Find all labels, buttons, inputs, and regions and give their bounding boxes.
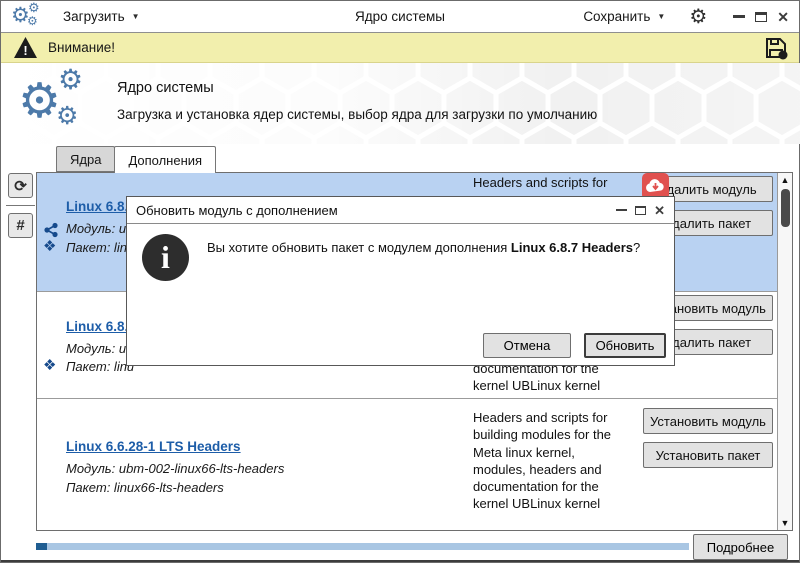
save-report-icon[interactable] [763, 35, 789, 66]
dialog-close-button[interactable]: ✕ [654, 204, 665, 217]
module-line: Модуль: ubm-002-linux66-lts-headers [66, 461, 284, 476]
warning-triangle-icon: ! [13, 36, 38, 59]
dialog-message-addon-name: Linux 6.8.7 Headers [511, 240, 633, 255]
divider [6, 205, 35, 206]
warning-text: Внимание! [48, 40, 115, 55]
tab-kernels[interactable]: Ядра [56, 146, 115, 172]
dialog-message-prefix: Вы хотите обновить пакет с модулем допол… [207, 240, 511, 255]
load-menu[interactable]: Загрузить ▼ [63, 9, 140, 24]
dialog-minimize-button[interactable] [616, 209, 627, 212]
side-toolbar: ⟳ # [8, 173, 38, 238]
module-line: Модуль: u [66, 221, 126, 236]
gear-icon: ⚙ [27, 15, 38, 27]
package-line: Пакет: linu [66, 240, 134, 255]
list-item-linux66-lts-headers[interactable]: Linux 6.6.28-1 LTS Headers Модуль: ubm-0… [37, 398, 777, 529]
row-actions: Установить модуль Установить пакет [643, 408, 773, 468]
page-subtitle: Загрузка и установка ядер системы, выбор… [117, 107, 597, 122]
install-module-button[interactable]: Установить модуль [643, 408, 773, 434]
package-icon: ❖ [43, 358, 56, 373]
close-button[interactable]: ✕ [777, 10, 789, 24]
dialog-buttons: Отмена Обновить [483, 333, 666, 358]
package-icon: ❖ [43, 239, 56, 254]
gear-icon: ⚙ [28, 1, 40, 14]
info-icon: i [142, 234, 189, 281]
window-controls: ✕ [733, 10, 789, 24]
progress-fill [36, 543, 47, 550]
refresh-icon: ⟳ [14, 177, 27, 195]
scroll-up-icon[interactable]: ▲ [778, 175, 792, 185]
hash-button[interactable]: # [8, 213, 33, 238]
dialog-message: Вы хотите обновить пакет с модулем допол… [207, 239, 669, 257]
gear-icon: ⚙ [56, 104, 78, 129]
chevron-down-icon: ▼ [657, 12, 665, 21]
addon-title-link[interactable]: Linux 6.6.28-1 LTS Headers [66, 439, 241, 454]
scrollbar-thumb[interactable] [781, 189, 790, 227]
save-menu-label: Сохранить [583, 9, 650, 24]
gear-icon: ⚙ [58, 66, 83, 94]
package-line: Пакет: linu [66, 359, 134, 374]
kernel-manager-window: { "toolbar": { "load_menu": "Загрузить",… [0, 0, 800, 563]
dialog-window-controls: ✕ [616, 204, 665, 217]
window-bottom-edge [1, 560, 799, 562]
svg-text:!: ! [23, 43, 27, 58]
dialog-message-suffix: ? [633, 240, 640, 255]
update-button[interactable]: Обновить [584, 333, 666, 358]
details-button[interactable]: Подробнее [693, 534, 788, 560]
progress-bar [36, 543, 689, 550]
hexagon-pattern-background [2, 63, 800, 144]
cloud-download-icon [645, 178, 666, 195]
page-title: Ядро системы [117, 80, 214, 96]
hash-icon: # [16, 217, 24, 234]
vertical-scrollbar[interactable]: ▲ ▼ [777, 173, 792, 530]
tab-addons[interactable]: Дополнения [114, 146, 216, 173]
warning-bar: ! Внимание! [1, 33, 799, 63]
addon-title-link[interactable]: Linux 6.8. [66, 199, 128, 214]
load-menu-label: Загрузить [63, 9, 125, 24]
scroll-down-icon[interactable]: ▼ [778, 518, 792, 528]
module-icon [43, 222, 59, 238]
install-package-button[interactable]: Установить пакет [643, 442, 773, 468]
toolbar: ⚙ ⚙ ⚙ Загрузить ▼ Ядро системы Сохранить… [1, 1, 799, 33]
dialog-title: Обновить модуль с дополнением [136, 203, 616, 218]
settings-gear-icon[interactable]: ⚙ [689, 7, 707, 27]
chevron-down-icon: ▼ [132, 12, 140, 21]
kernel-gears-icon: ⚙ ⚙ ⚙ [18, 69, 104, 139]
addon-description: Headers and scripts for building modules… [473, 409, 631, 513]
addon-description: Headers and scripts for [473, 174, 631, 191]
tab-bar: Ядра Дополнения [56, 146, 216, 173]
save-menu[interactable]: Сохранить ▼ [583, 9, 665, 24]
update-module-dialog: Обновить модуль с дополнением ✕ i Вы хот… [126, 196, 675, 366]
package-line: Пакет: linux66-lts-headers [66, 480, 224, 495]
gear-icon: ⚙ [18, 78, 61, 126]
addon-title-link[interactable]: Linux 6.8. [66, 319, 128, 334]
app-logo-gears-icon: ⚙ ⚙ ⚙ [11, 3, 43, 31]
page-header: ⚙ ⚙ ⚙ Ядро системы Загрузка и установка … [2, 63, 800, 144]
cancel-button[interactable]: Отмена [483, 333, 571, 358]
toolbar-right: Сохранить ▼ ⚙ ✕ [583, 7, 789, 27]
dialog-maximize-button[interactable] [635, 206, 646, 215]
module-line: Модуль: u [66, 341, 126, 356]
refresh-button[interactable]: ⟳ [8, 173, 33, 198]
minimize-button[interactable] [733, 15, 745, 18]
maximize-button[interactable] [755, 12, 767, 22]
info-glyph: i [161, 241, 170, 273]
dialog-titlebar: Обновить модуль с дополнением ✕ [127, 197, 674, 224]
